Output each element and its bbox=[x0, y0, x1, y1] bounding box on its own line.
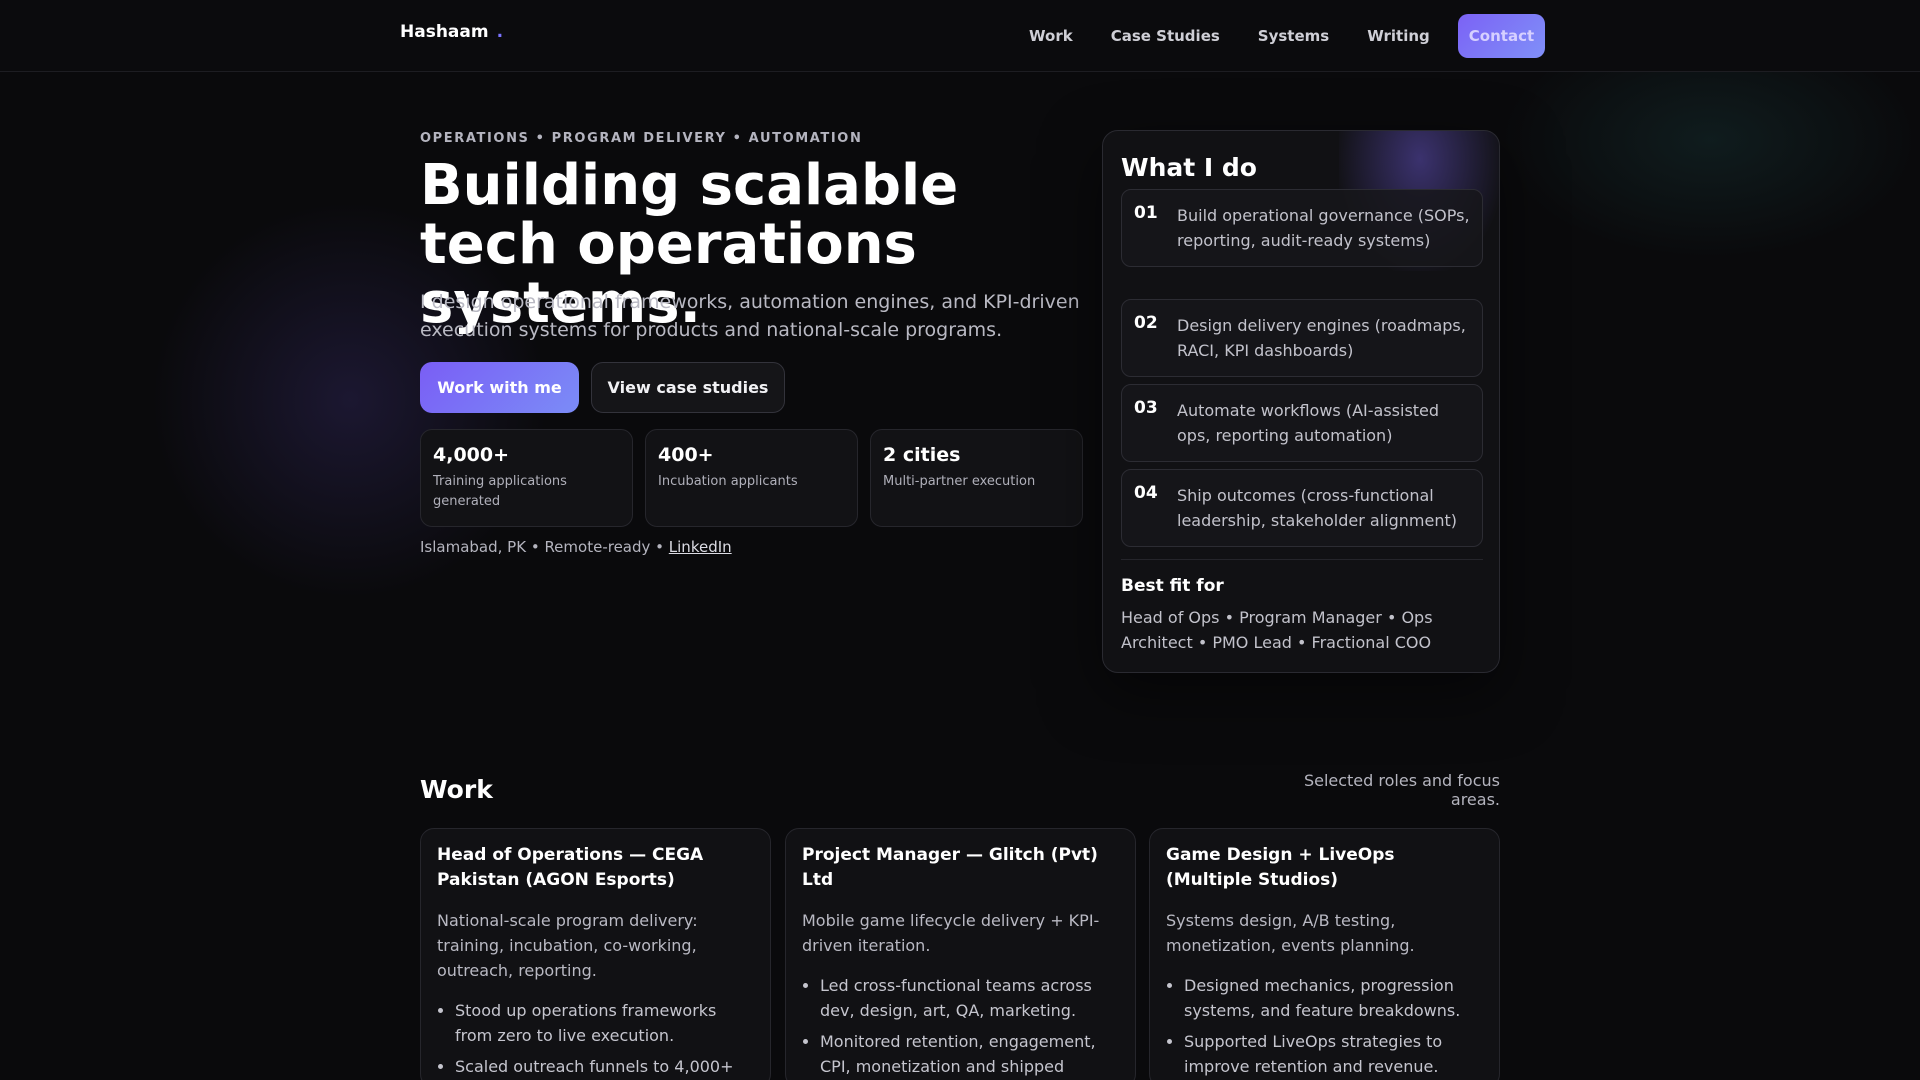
work-card-desc: Systems design, A/B testing, monetizatio… bbox=[1166, 911, 1415, 955]
what-i-do-item: 03 Automate workflows (AI-assisted ops, … bbox=[1121, 384, 1483, 462]
stat-card-training: 4,000+ Training applications generated bbox=[420, 429, 633, 527]
location-text: Islamabad, PK • Remote-ready • bbox=[420, 538, 669, 556]
stat-value: 400+ bbox=[658, 444, 714, 466]
what-i-do-card: What I do 01 Build operational governanc… bbox=[1102, 130, 1500, 673]
item-number: 03 bbox=[1134, 398, 1158, 418]
stat-label: Multi-partner execution bbox=[883, 474, 1036, 489]
nav-link-writing[interactable]: Writing bbox=[1348, 15, 1449, 57]
list-item: Supported LiveOps strategies to improve … bbox=[1184, 1029, 1483, 1079]
best-fit-title: Best fit for bbox=[1121, 576, 1224, 596]
brand-dot: . bbox=[496, 22, 504, 42]
work-card-bullets: Designed mechanics, progression systems,… bbox=[1166, 973, 1483, 1079]
work-card-title: Project Manager — Glitch (Pvt) Ltd bbox=[802, 845, 1098, 890]
top-nav: Hashaam. Work Case Studies Systems Writi… bbox=[0, 0, 1920, 72]
stat-label: Incubation applicants bbox=[658, 474, 798, 489]
work-with-me-button[interactable]: Work with me bbox=[420, 362, 579, 413]
work-title: Work bbox=[420, 775, 493, 804]
work-card-title: Game Design + LiveOps (Multiple Studios) bbox=[1166, 845, 1395, 890]
list-item: Scaled outreach funnels to 4,000+ bbox=[455, 1054, 754, 1079]
work-card-cega[interactable]: Head of Operations — CEGA Pakistan (AGON… bbox=[420, 828, 771, 1080]
list-item: Stood up operations frameworks from zero… bbox=[455, 998, 754, 1048]
location-meta: Islamabad, PK • Remote-ready • LinkedIn bbox=[420, 538, 732, 556]
nav-link-systems[interactable]: Systems bbox=[1239, 15, 1348, 57]
view-case-studies-button[interactable]: View case studies bbox=[591, 362, 785, 413]
list-item: Led cross-functional teams across dev, d… bbox=[820, 973, 1119, 1023]
work-card-glitch[interactable]: Project Manager — Glitch (Pvt) Ltd Mobil… bbox=[785, 828, 1136, 1080]
what-i-do-title: What I do bbox=[1121, 153, 1257, 182]
card-divider bbox=[1121, 559, 1483, 560]
list-item: Designed mechanics, progression systems,… bbox=[1184, 973, 1483, 1023]
item-number: 01 bbox=[1134, 203, 1158, 223]
nav-links: Work Case Studies Systems Writing Contac… bbox=[1010, 14, 1546, 58]
work-card-bullets: Led cross-functional teams across dev, d… bbox=[802, 973, 1119, 1080]
best-fit-text: Head of Ops • Program Manager • Ops Arch… bbox=[1121, 608, 1433, 652]
stat-value: 4,000+ bbox=[433, 444, 510, 466]
item-text: Automate workflows (AI-assisted ops, rep… bbox=[1177, 401, 1440, 445]
work-card-title: Head of Operations — CEGA Pakistan (AGON… bbox=[437, 845, 704, 890]
work-card-desc: Mobile game lifecycle delivery + KPI-dri… bbox=[802, 911, 1100, 955]
stat-value: 2 cities bbox=[883, 444, 961, 466]
list-item: Monitored retention, engagement, CPI, mo… bbox=[820, 1029, 1119, 1080]
brand-name: Hashaam bbox=[400, 22, 489, 42]
work-card-game-design[interactable]: Game Design + LiveOps (Multiple Studios)… bbox=[1149, 828, 1500, 1080]
stat-card-cities: 2 cities Multi-partner execution bbox=[870, 429, 1083, 527]
stat-card-incubation: 400+ Incubation applicants bbox=[645, 429, 858, 527]
what-i-do-item: 01 Build operational governance (SOPs, r… bbox=[1121, 189, 1483, 267]
what-i-do-item: 04 Ship outcomes (cross-functional leade… bbox=[1121, 469, 1483, 547]
item-number: 04 bbox=[1134, 483, 1158, 503]
linkedin-link[interactable]: LinkedIn bbox=[669, 538, 732, 556]
hero-subtitle: I design operational frameworks, automat… bbox=[420, 291, 1080, 341]
item-number: 02 bbox=[1134, 313, 1158, 333]
stat-label: Training applications generated bbox=[433, 474, 567, 509]
nav-link-case-studies[interactable]: Case Studies bbox=[1092, 15, 1239, 57]
work-card-bullets: Stood up operations frameworks from zero… bbox=[437, 998, 754, 1079]
what-i-do-item: 02 Design delivery engines (roadmaps, RA… bbox=[1121, 299, 1483, 377]
hero-eyebrow: OPERATIONS • PROGRAM DELIVERY • AUTOMATI… bbox=[420, 131, 863, 146]
item-text: Build operational governance (SOPs, repo… bbox=[1177, 206, 1470, 250]
work-card-desc: National-scale program delivery: trainin… bbox=[437, 911, 698, 980]
brand-logo[interactable]: Hashaam. bbox=[400, 22, 503, 42]
item-text: Design delivery engines (roadmaps, RACI,… bbox=[1177, 316, 1466, 360]
contact-button[interactable]: Contact bbox=[1457, 14, 1546, 58]
work-note: Selected roles and focus areas. bbox=[1303, 771, 1500, 809]
item-text: Ship outcomes (cross-functional leadersh… bbox=[1177, 486, 1457, 530]
nav-link-work[interactable]: Work bbox=[1010, 15, 1092, 57]
